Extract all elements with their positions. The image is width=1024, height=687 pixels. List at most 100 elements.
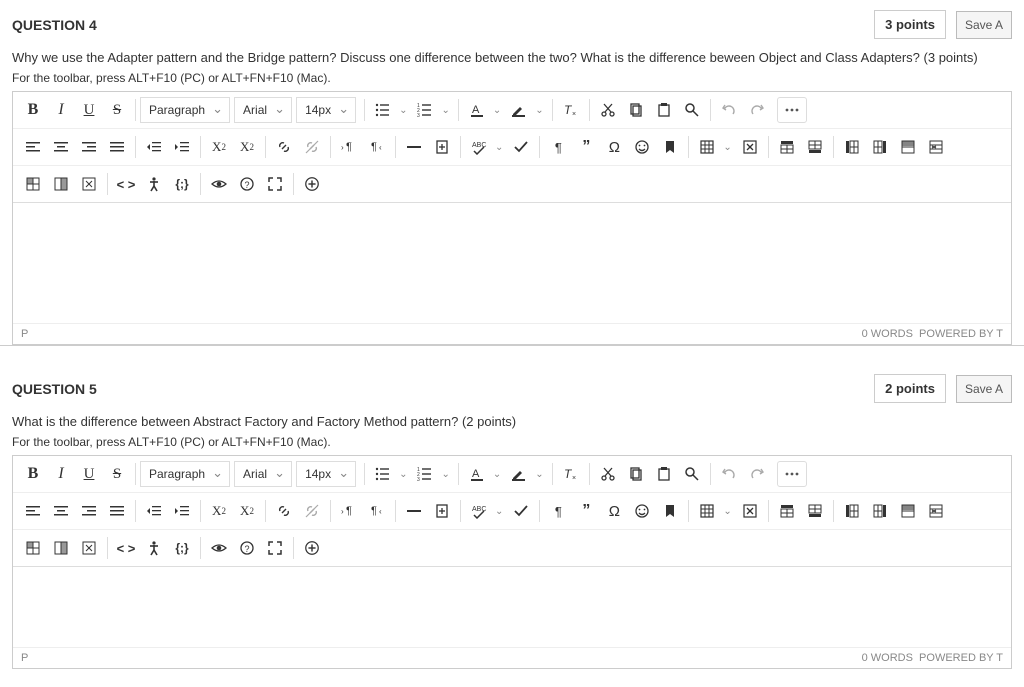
align-left-button[interactable]	[19, 497, 47, 525]
delete-table-button[interactable]	[736, 497, 764, 525]
table-row-after-button[interactable]	[801, 133, 829, 161]
insert-file-button[interactable]	[428, 497, 456, 525]
omega-button[interactable]: Ω	[600, 497, 628, 525]
font-size-select[interactable]: 14px	[296, 97, 356, 123]
ltr-button[interactable]: ¶›	[335, 497, 363, 525]
table-delete-row-button[interactable]	[922, 133, 950, 161]
table-col-after-button[interactable]	[866, 133, 894, 161]
align-left-button[interactable]	[19, 133, 47, 161]
italic-button[interactable]: I	[47, 96, 75, 124]
blockquote-button[interactable]: ”	[572, 133, 600, 161]
spellcheck-button[interactable]: ABC	[465, 497, 493, 525]
align-right-button[interactable]	[75, 497, 103, 525]
outdent-button[interactable]	[140, 497, 168, 525]
table-row-before-button[interactable]	[773, 497, 801, 525]
undo-button[interactable]	[715, 96, 743, 124]
checkmark-button[interactable]	[507, 497, 535, 525]
align-justify-button[interactable]	[103, 497, 131, 525]
cut-button[interactable]	[594, 96, 622, 124]
unlink-button[interactable]	[298, 497, 326, 525]
paragraph-select[interactable]: Paragraph	[140, 97, 230, 123]
paste-button[interactable]	[650, 460, 678, 488]
insert-table-button[interactable]	[693, 497, 721, 525]
rtl-button[interactable]: ¶‹	[363, 133, 391, 161]
bullet-list-button[interactable]	[369, 96, 397, 124]
checkmark-button[interactable]	[507, 133, 535, 161]
table-delete-row-button[interactable]	[922, 497, 950, 525]
align-center-button[interactable]	[47, 497, 75, 525]
table-delete-col-button[interactable]	[75, 534, 103, 562]
horizontal-rule-button[interactable]	[400, 497, 428, 525]
table-merge-button[interactable]	[894, 497, 922, 525]
underline-button[interactable]: U	[75, 96, 103, 124]
delete-table-button[interactable]	[736, 133, 764, 161]
table-col-before-button[interactable]	[838, 497, 866, 525]
find-replace-button[interactable]	[678, 460, 706, 488]
insert-table-button[interactable]	[693, 133, 721, 161]
save-answer-button[interactable]: Save A	[956, 11, 1012, 39]
editor-content-area[interactable]	[13, 567, 1011, 647]
link-button[interactable]	[270, 133, 298, 161]
numbered-list-button[interactable]: 123	[411, 460, 439, 488]
indent-button[interactable]	[168, 497, 196, 525]
html-button[interactable]: < >	[112, 534, 140, 562]
fullscreen-button[interactable]	[261, 534, 289, 562]
add-content-button[interactable]	[298, 534, 326, 562]
emoji-button[interactable]	[628, 497, 656, 525]
table-row-before-button[interactable]	[773, 133, 801, 161]
pilcrow-button[interactable]: ¶	[544, 497, 572, 525]
editor-content-area[interactable]	[13, 203, 1011, 323]
add-content-button[interactable]	[298, 170, 326, 198]
ltr-button[interactable]: ¶›	[335, 133, 363, 161]
more-options-button[interactable]	[777, 461, 807, 487]
table-merge-button[interactable]	[894, 133, 922, 161]
link-button[interactable]	[270, 497, 298, 525]
fullscreen-button[interactable]	[261, 170, 289, 198]
bookmark-button[interactable]	[656, 497, 684, 525]
cut-button[interactable]	[594, 460, 622, 488]
strikethrough-button[interactable]: S	[103, 460, 131, 488]
align-right-button[interactable]	[75, 133, 103, 161]
table-row-after-button[interactable]	[801, 497, 829, 525]
more-options-button[interactable]	[777, 97, 807, 123]
font-size-select[interactable]: 14px	[296, 461, 356, 487]
find-replace-button[interactable]	[678, 96, 706, 124]
spellcheck-button[interactable]: ABC	[465, 133, 493, 161]
help-button[interactable]: ?	[233, 170, 261, 198]
bold-button[interactable]: B	[19, 96, 47, 124]
table-col-after-button[interactable]	[866, 497, 894, 525]
table-split-button[interactable]	[47, 170, 75, 198]
italic-button[interactable]: I	[47, 460, 75, 488]
code-sample-button[interactable]: {;}	[168, 170, 196, 198]
highlight-button[interactable]	[505, 460, 533, 488]
emoji-button[interactable]	[628, 133, 656, 161]
underline-button[interactable]: U	[75, 460, 103, 488]
subscript-button[interactable]: X2	[233, 497, 261, 525]
indent-button[interactable]	[168, 133, 196, 161]
superscript-button[interactable]: X2	[205, 133, 233, 161]
pilcrow-button[interactable]: ¶	[544, 133, 572, 161]
accessibility-button[interactable]	[140, 534, 168, 562]
blockquote-button[interactable]: ”	[572, 497, 600, 525]
strikethrough-button[interactable]: S	[103, 96, 131, 124]
paragraph-select[interactable]: Paragraph	[140, 461, 230, 487]
redo-button[interactable]	[743, 460, 771, 488]
paste-button[interactable]	[650, 96, 678, 124]
table-split-button[interactable]	[47, 534, 75, 562]
undo-button[interactable]	[715, 460, 743, 488]
save-answer-button[interactable]: Save A	[956, 375, 1012, 403]
subscript-button[interactable]: X2	[233, 133, 261, 161]
text-color-button[interactable]: A	[463, 96, 491, 124]
table-delete-col-button[interactable]	[75, 170, 103, 198]
preview-button[interactable]	[205, 170, 233, 198]
clear-formatting-button[interactable]: T×	[557, 460, 585, 488]
bookmark-button[interactable]	[656, 133, 684, 161]
insert-file-button[interactable]	[428, 133, 456, 161]
table-cell-props-button[interactable]	[19, 534, 47, 562]
numbered-list-button[interactable]: 123	[411, 96, 439, 124]
font-family-select[interactable]: Arial	[234, 97, 292, 123]
clear-formatting-button[interactable]: T×	[557, 96, 585, 124]
font-family-select[interactable]: Arial	[234, 461, 292, 487]
omega-button[interactable]: Ω	[600, 133, 628, 161]
copy-button[interactable]	[622, 96, 650, 124]
